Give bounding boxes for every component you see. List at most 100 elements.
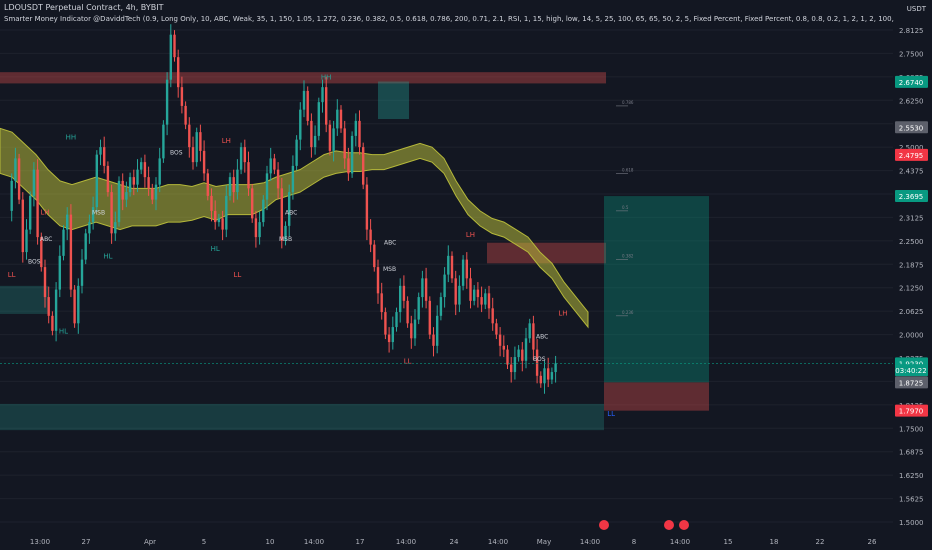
candle-body — [498, 334, 502, 346]
candle-body — [265, 173, 269, 200]
candle-body — [151, 188, 154, 200]
candle-body — [450, 255, 454, 279]
candle-body — [495, 323, 498, 335]
currency-unit: USDT — [906, 5, 926, 13]
candle-body — [276, 169, 280, 189]
candle-body — [132, 177, 135, 185]
x-tick-label: 10 — [266, 538, 275, 546]
indicator-legend[interactable]: Smarter Money Indicator @DaviddTech (0.9… — [4, 15, 894, 23]
x-tick-label: 14:00 — [304, 538, 324, 546]
candle-body — [543, 368, 546, 384]
candle-body — [539, 375, 542, 384]
fib-label: 0.786 — [622, 100, 634, 105]
candle-body — [195, 132, 198, 163]
candle-body — [77, 285, 80, 324]
candle-body — [517, 349, 520, 358]
candle-body — [136, 169, 139, 185]
structure-annotation: MSB — [279, 236, 292, 243]
structure-label: HH — [66, 133, 77, 141]
candle-body — [473, 289, 476, 301]
price-tag-label: 2.3695 — [899, 193, 924, 201]
structure-annotation: ABC — [536, 333, 548, 340]
candle-body — [73, 289, 76, 324]
structure-label: LL — [404, 357, 412, 365]
candle-body — [484, 293, 487, 305]
candle-body — [465, 259, 468, 279]
candle-body — [376, 267, 380, 294]
candle-body — [406, 300, 409, 324]
candle-body — [210, 195, 213, 211]
candle-body — [532, 323, 535, 350]
x-tick-label: 22 — [816, 538, 825, 546]
y-tick-label: 2.3125 — [899, 214, 924, 222]
candle-body — [239, 147, 243, 170]
candle-body — [436, 315, 439, 346]
candle-body — [14, 158, 17, 181]
structure-annotation: ABC — [285, 210, 297, 217]
price-tag-label: 2.5530 — [899, 124, 924, 132]
candle-body — [69, 214, 73, 290]
structure-annotation: MSB — [383, 266, 396, 273]
candle-body — [302, 90, 306, 110]
candle-body — [180, 87, 184, 106]
candle-body — [165, 79, 169, 125]
candle-body — [413, 319, 417, 339]
price-chart[interactable]: 2.81252.75002.68752.62502.56252.50002.43… — [0, 0, 932, 550]
candle-body — [217, 218, 221, 223]
candle-body — [502, 345, 505, 350]
x-tick-label: 5 — [202, 538, 206, 546]
candle-body — [395, 312, 398, 328]
x-tick-label: 27 — [82, 538, 91, 546]
candle-body — [36, 169, 39, 238]
candle-body — [476, 289, 480, 298]
calendar-event-icon — [599, 520, 609, 530]
candle-body — [110, 192, 113, 234]
x-tick-label: 8 — [632, 538, 636, 546]
candle-body — [269, 158, 272, 174]
candle-body — [339, 109, 343, 129]
candle-body — [121, 180, 124, 200]
candle-body — [17, 158, 21, 200]
fib-label: 0.382 — [622, 254, 634, 259]
x-tick-label: 14:00 — [396, 538, 416, 546]
price-tag-label: 2.6740 — [899, 79, 924, 87]
candle-body — [365, 184, 369, 230]
y-tick-label: 1.5000 — [899, 519, 924, 527]
candle-body — [387, 334, 391, 343]
candle-body — [225, 195, 228, 230]
candle-body — [325, 87, 328, 125]
candle-body — [84, 233, 87, 260]
demand-zone — [0, 285, 48, 314]
candle-body — [80, 259, 84, 286]
candle-body — [550, 372, 554, 380]
structure-annotation: BOS — [170, 150, 183, 157]
chart-root: 2.81252.75002.68752.62502.56252.50002.43… — [0, 0, 932, 550]
candle-body — [158, 158, 161, 185]
structure-label: HL — [211, 245, 220, 253]
candle-body — [469, 278, 472, 301]
candle-body — [169, 34, 172, 80]
candle-body — [432, 334, 435, 346]
candle-body — [306, 90, 309, 121]
candle-body — [188, 124, 191, 148]
y-tick-label: 2.0625 — [899, 308, 924, 316]
candle-body — [51, 315, 54, 331]
candle-body — [358, 120, 361, 148]
symbol-title[interactable]: LDOUSDT Perpetual Contract, 4h, BYBIT — [4, 3, 163, 12]
candle-body — [140, 162, 143, 170]
x-tick-label: 13:00 — [30, 538, 50, 546]
structure-label: LH — [466, 231, 475, 239]
y-tick-label: 2.0000 — [899, 332, 924, 340]
candle-body — [313, 135, 317, 148]
candle-body — [461, 259, 465, 286]
candle-body — [480, 297, 483, 305]
price-tag-label: 1.8725 — [899, 379, 924, 387]
price-tag-label: 2.4795 — [899, 152, 924, 160]
x-tick-label: 14:00 — [488, 538, 508, 546]
fib-label: 0.618 — [622, 167, 634, 172]
candle-body — [128, 177, 132, 193]
candle-body — [295, 139, 298, 166]
candle-body — [117, 180, 121, 223]
x-tick-label: 15 — [724, 538, 733, 546]
candle-body — [21, 199, 24, 253]
